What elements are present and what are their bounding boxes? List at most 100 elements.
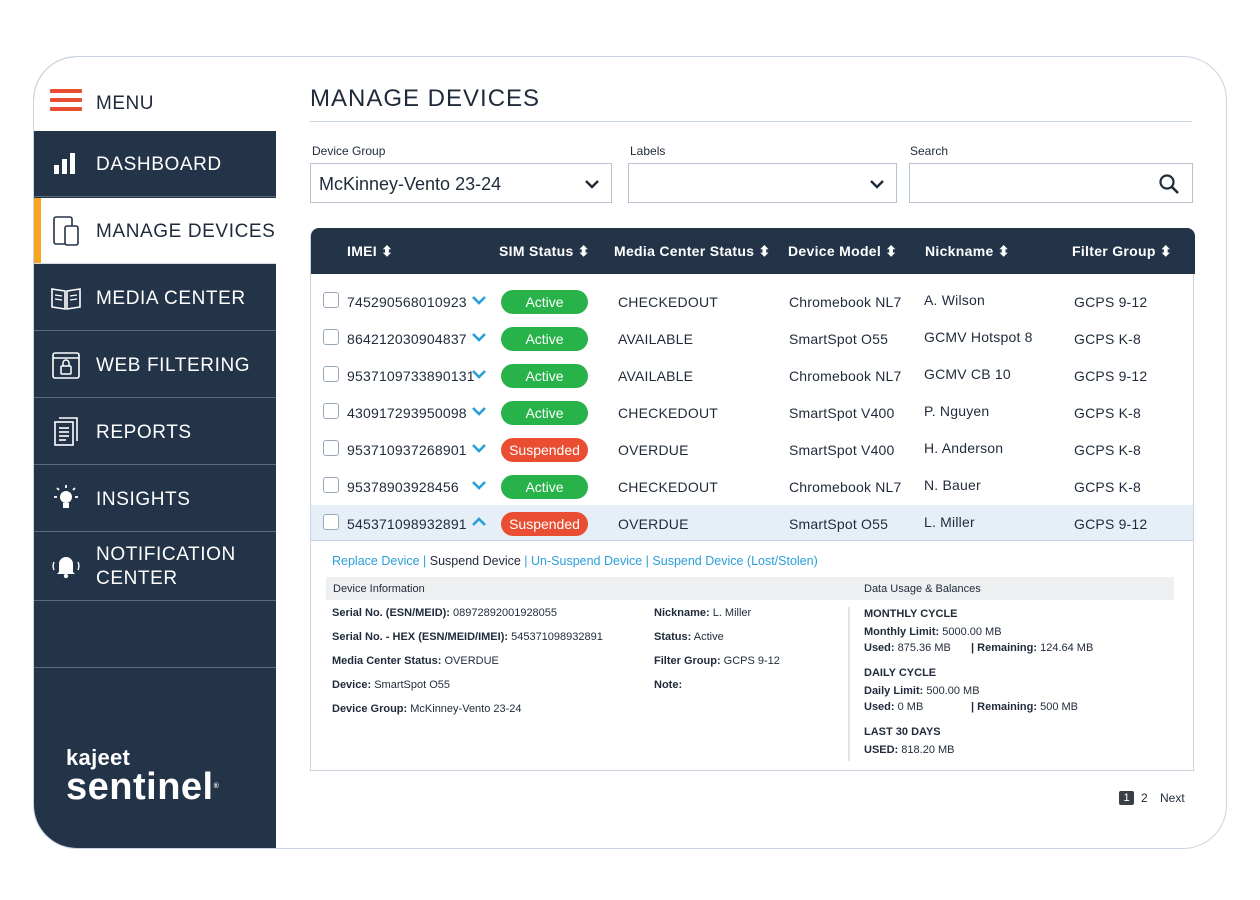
media-value: OVERDUE <box>444 655 499 667</box>
cell-nickname: L. Miller <box>924 514 975 530</box>
chevron-down-icon[interactable] <box>471 331 487 343</box>
row-checkbox[interactable] <box>323 329 339 345</box>
cell-imei: 864212030904837 <box>347 331 467 347</box>
row-checkbox[interactable] <box>323 477 339 493</box>
sidebar-item-insights[interactable]: INSIGHTS <box>34 466 276 532</box>
row-checkbox[interactable] <box>323 403 339 419</box>
row-checkbox[interactable] <box>323 366 339 382</box>
monthly-cycle-heading: MONTHLY CYCLE <box>864 608 958 620</box>
row-checkbox[interactable] <box>323 440 339 456</box>
sidebar-item-label: DASHBOARD <box>96 154 222 175</box>
devices-table: IMEI ⬍ SIM Status ⬍ Media Center Status … <box>310 228 1195 771</box>
sidebar-item-dashboard[interactable]: DASHBOARD <box>34 131 276 197</box>
chevron-down-icon[interactable] <box>471 479 487 491</box>
labels-select[interactable] <box>628 163 897 203</box>
cell-imei: 953710937268901 <box>347 442 467 458</box>
device-group-select[interactable]: McKinney-Vento 23-24 <box>310 163 612 203</box>
daily-cycle-heading: DAILY CYCLE <box>864 667 937 679</box>
table-row[interactable]: 953710937268901 Suspended OVERDUE SmartS… <box>311 431 1193 468</box>
col-device-model[interactable]: Device Model ⬍ <box>788 243 897 260</box>
table-row[interactable]: 9537109733890131 Active AVAILABLE Chrome… <box>311 357 1193 394</box>
cell-filter-group: GCPS 9-12 <box>1074 516 1148 532</box>
active-indicator <box>34 198 41 263</box>
chevron-down-icon[interactable] <box>471 442 487 454</box>
row-checkbox[interactable] <box>323 514 339 530</box>
table-row-selected[interactable]: 545371098932891 Suspended OVERDUE SmartS… <box>311 505 1193 540</box>
main-content: MANAGE DEVICES Device Group McKinney-Ven… <box>276 57 1226 848</box>
suspend-device-link[interactable]: Suspend Device <box>430 554 521 568</box>
serial-value: 08972892001928055 <box>453 607 558 619</box>
nickname: Nickname: L. Miller <box>654 607 751 619</box>
cell-filter-group: GCPS K-8 <box>1074 405 1141 421</box>
table-row[interactable]: 95378903928456 Active CHECKEDOUT Chromeb… <box>311 468 1193 505</box>
unsuspend-device-link[interactable]: Un-Suspend Device <box>531 554 642 568</box>
chevron-down-icon[interactable] <box>471 368 487 380</box>
monthly-limit-value: 5000.00 MB <box>942 626 1002 638</box>
status-label: Status: <box>654 631 692 643</box>
separator: | <box>524 554 528 568</box>
serial-hex-label: Serial No. - HEX (ESN/MEID/IMEI): <box>332 631 509 643</box>
col-nickname[interactable]: Nickname ⬍ <box>925 243 1010 260</box>
data-usage-header: Data Usage & Balances <box>857 577 1174 600</box>
col-media-center-status[interactable]: Media Center Status ⬍ <box>614 243 771 260</box>
monthly-used-value: 875.36 MB <box>897 642 951 654</box>
menu-label: MENU <box>96 93 154 114</box>
hamburger-menu-icon[interactable] <box>50 89 82 113</box>
cell-nickname: H. Anderson <box>924 440 1004 456</box>
label-line-2: CENTER <box>96 568 178 589</box>
table-row[interactable]: 864212030904837 Active AVAILABLE SmartSp… <box>311 320 1193 357</box>
lightbulb-icon <box>54 485 78 508</box>
cell-nickname: A. Wilson <box>924 292 985 308</box>
sidebar-item-label: MANAGE DEVICES <box>96 221 276 242</box>
search-input[interactable] <box>909 163 1193 203</box>
device-detail-panel: Replace Device | Suspend Device | Un-Sus… <box>311 540 1193 770</box>
sidebar-item-reports[interactable]: REPORTS <box>34 399 276 465</box>
serial-hex: Serial No. - HEX (ESN/MEID/IMEI): 545371… <box>332 631 603 643</box>
col-imei[interactable]: IMEI ⬍ <box>347 243 393 260</box>
monthly-remaining-value: 124.64 MB <box>1040 642 1094 654</box>
device-value: SmartSpot O55 <box>374 679 451 691</box>
suspend-lost-stolen-link[interactable]: Suspend Device (Lost/Stolen) <box>652 554 817 568</box>
device-name: Device: SmartSpot O55 <box>332 679 450 691</box>
status-badge: Active <box>501 364 588 388</box>
cell-imei: 545371098932891 <box>347 516 467 532</box>
daily-used: Used: 0 MB <box>864 701 923 713</box>
serial-number: Serial No. (ESN/MEID): 08972892001928055 <box>332 607 557 619</box>
serial-hex-value: 545371098932891 <box>511 631 603 643</box>
sidebar-item-manage-devices[interactable]: MANAGE DEVICES <box>34 198 276 264</box>
cell-filter-group: GCPS K-8 <box>1074 442 1141 458</box>
monthly-used-label: Used: <box>864 642 895 654</box>
cell-imei: 430917293950098 <box>347 405 467 421</box>
chevron-down-icon[interactable] <box>471 405 487 417</box>
cell-media-status: OVERDUE <box>618 442 689 458</box>
sidebar-item-web-filtering[interactable]: WEB FILTERING <box>34 332 276 398</box>
sidebar-item-label: INSIGHTS <box>96 489 191 510</box>
note: Note: <box>654 679 682 691</box>
bell-icon <box>52 557 80 579</box>
devices-icon <box>53 216 79 246</box>
page-2-button[interactable]: 2 <box>1141 791 1148 805</box>
next-page-button[interactable]: Next <box>1160 791 1185 805</box>
col-filter-group[interactable]: Filter Group ⬍ <box>1072 243 1172 260</box>
search-icon[interactable] <box>1158 173 1180 195</box>
row-checkbox[interactable] <box>323 292 339 308</box>
sidebar-item-media-center[interactable]: MEDIA CENTER <box>34 265 276 331</box>
daily-used-value: 0 MB <box>897 701 924 713</box>
nickname-value: L. Miller <box>712 607 752 619</box>
status-badge: Suspended <box>501 512 588 536</box>
cell-nickname: GCMV CB 10 <box>924 366 1011 382</box>
table-row[interactable]: 745290568010923 Active CHECKEDOUT Chrome… <box>311 283 1193 320</box>
document-icon <box>54 417 78 446</box>
table-row[interactable]: 430917293950098 Active CHECKEDOUT SmartS… <box>311 394 1193 431</box>
menu-header[interactable]: MENU <box>34 57 276 131</box>
chevron-up-icon[interactable] <box>471 516 487 528</box>
chevron-down-icon[interactable] <box>471 294 487 306</box>
cell-nickname: GCMV Hotspot 8 <box>924 329 1033 345</box>
page-1-button[interactable]: 1 <box>1119 791 1134 805</box>
status-badge: Active <box>501 475 588 499</box>
col-sim-status[interactable]: SIM Status ⬍ <box>499 243 590 260</box>
replace-device-link[interactable]: Replace Device <box>332 554 420 568</box>
filter-value: GCPS 9-12 <box>723 655 780 667</box>
status-badge: Active <box>501 401 588 425</box>
sidebar-item-notification-center[interactable]: NOTIFICATION CENTER <box>34 533 276 601</box>
